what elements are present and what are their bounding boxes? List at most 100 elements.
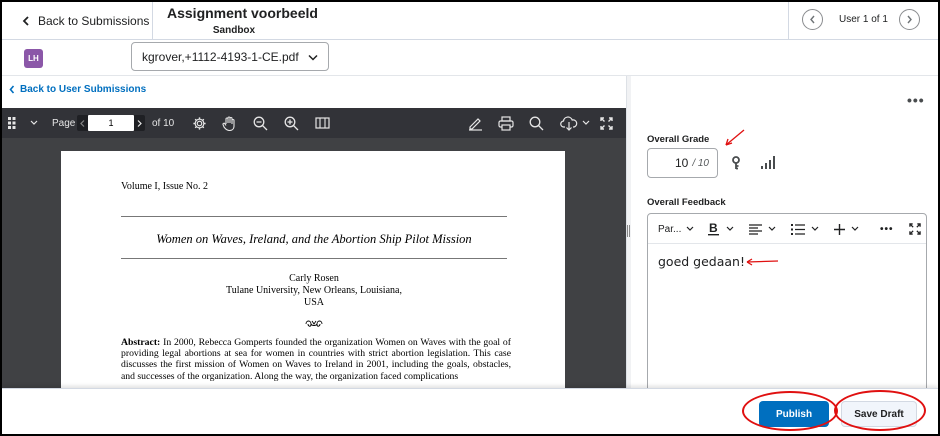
back-to-user-submissions-link[interactable]: Back to User Submissions xyxy=(9,84,146,95)
previous-user-button[interactable] xyxy=(802,9,823,30)
hand-icon xyxy=(222,115,235,131)
chevron-down-icon xyxy=(851,226,859,231)
page-title: Assignment voorbeeld xyxy=(167,5,318,21)
annotate-icon xyxy=(469,117,482,131)
download-button[interactable] xyxy=(560,114,578,132)
thumbnails-button[interactable] xyxy=(8,114,20,132)
header-bar: Back to Submissions Assignment voorbeeld… xyxy=(2,2,938,40)
splitter-grip-icon[interactable] xyxy=(627,225,630,237)
pdf-author-block: Carly Rosen Tulane University, New Orlea… xyxy=(121,273,507,309)
next-page-button[interactable] xyxy=(134,119,145,127)
app-window: Back to Submissions Assignment voorbeeld… xyxy=(2,2,938,434)
pdf-issue: Volume I, Issue No. 2 xyxy=(121,181,209,192)
page-total: of 10 xyxy=(152,117,175,129)
previous-page-button[interactable] xyxy=(77,119,88,127)
chevron-left-icon xyxy=(9,85,15,94)
pdf-page: Volume I, Issue No. 2 Women on Waves, Ir… xyxy=(61,151,565,390)
annotation-arrow-grade xyxy=(725,129,745,146)
annotate-button[interactable] xyxy=(468,114,483,132)
editor-more-button[interactable]: ••• xyxy=(880,222,894,236)
divider xyxy=(121,258,507,259)
search-icon xyxy=(529,116,544,130)
page-subtitle: Sandbox xyxy=(212,25,256,36)
chevron-left-icon xyxy=(80,119,85,127)
grade-out-of: / 10 xyxy=(692,157,709,169)
header-divider xyxy=(152,2,153,40)
download-icon xyxy=(560,115,578,131)
viewer-toolbar: Page 1 of 10 xyxy=(2,108,626,138)
chevron-down-icon xyxy=(768,226,776,231)
list-button[interactable] xyxy=(791,222,819,236)
thumbnails-icon xyxy=(8,117,16,129)
plus-icon xyxy=(834,223,845,235)
zoom-out-icon xyxy=(253,116,268,130)
pdf-viewer: Page 1 of 10 Volume I, Issue No. 2 Women… xyxy=(2,108,626,390)
download-menu-button[interactable] xyxy=(582,114,590,132)
fullscreen-button[interactable] xyxy=(600,114,613,132)
editor-fullscreen-button[interactable] xyxy=(909,222,921,236)
feedback-editor[interactable]: Par... B ••• goed gedaan! xyxy=(647,213,927,403)
grade-input[interactable]: 10 / 10 xyxy=(647,148,718,178)
pdf-title: Women on Waves, Ireland, and the Abortio… xyxy=(156,232,472,246)
format-dropdown[interactable]: Par... xyxy=(658,222,694,236)
chevron-down-icon xyxy=(686,226,694,231)
align-left-icon xyxy=(749,223,762,235)
two-page-view-button[interactable] xyxy=(315,114,330,132)
next-user-button[interactable] xyxy=(899,9,920,30)
svg-text:B: B xyxy=(709,222,718,235)
zoom-in-icon xyxy=(284,116,299,130)
save-draft-button[interactable]: Save Draft xyxy=(841,401,917,427)
overall-feedback-label: Overall Feedback xyxy=(647,197,726,208)
pan-tool-button[interactable] xyxy=(222,114,236,132)
print-button[interactable] xyxy=(498,114,514,132)
chevron-down-icon xyxy=(582,120,590,125)
search-button[interactable] xyxy=(529,114,544,132)
chevron-down-icon xyxy=(30,120,38,125)
insert-button[interactable] xyxy=(834,222,859,236)
assignment-title-block: Assignment voorbeeld Sandbox xyxy=(167,5,318,36)
publish-button[interactable]: Publish xyxy=(759,401,829,427)
back-to-user-submissions-label: Back to User Submissions xyxy=(20,84,147,95)
back-to-submissions-button[interactable]: Back to Submissions xyxy=(22,2,149,40)
divider xyxy=(2,75,938,76)
align-button[interactable] xyxy=(749,222,776,236)
settings-icon xyxy=(193,116,206,130)
ornament-icon xyxy=(305,320,323,327)
bold-icon: B xyxy=(708,222,719,236)
user-count: User 1 of 1 xyxy=(839,14,888,25)
chevron-down-icon xyxy=(811,226,819,231)
feedback-text[interactable]: goed gedaan! xyxy=(658,254,745,269)
file-select-value: kgrover,+1112-4193-1-CE.pdf xyxy=(142,49,299,64)
divider xyxy=(121,216,507,217)
key-icon[interactable] xyxy=(731,156,741,170)
pdf-author-affiliation: Tulane University, New Orleans, Louisian… xyxy=(226,285,402,296)
settings-button[interactable] xyxy=(192,114,207,132)
stats-icon[interactable] xyxy=(761,156,775,169)
print-icon xyxy=(498,115,514,131)
zoom-in-button[interactable] xyxy=(284,114,299,132)
format-dropdown-label: Par... xyxy=(658,223,682,235)
chevron-left-icon xyxy=(22,16,29,26)
two-page-icon xyxy=(315,117,330,129)
bold-button[interactable]: B xyxy=(708,222,734,236)
fullscreen-icon xyxy=(909,223,921,235)
chevron-down-icon xyxy=(726,226,734,231)
pdf-author-name: Carly Rosen xyxy=(289,273,339,284)
chevron-right-icon xyxy=(137,119,142,127)
chevron-down-icon xyxy=(308,54,318,61)
pdf-author-country: USA xyxy=(303,297,324,308)
more-options-button[interactable]: ••• xyxy=(907,92,925,108)
zoom-out-button[interactable] xyxy=(253,114,268,132)
footer-bar: Publish Save Draft xyxy=(2,388,938,434)
back-to-submissions-label: Back to Submissions xyxy=(38,14,150,28)
page-navigator: 1 xyxy=(77,115,145,131)
avatar: LH xyxy=(24,49,43,68)
pdf-abstract-text: In 2000, Rebecca Gomperts founded the or… xyxy=(121,337,511,382)
header-divider xyxy=(788,2,789,40)
page-number-input[interactable]: 1 xyxy=(88,115,134,131)
page-label: Page xyxy=(52,117,76,129)
editor-toolbar: Par... B ••• xyxy=(648,214,926,244)
thumbnails-menu-button[interactable] xyxy=(30,114,38,132)
file-select[interactable]: kgrover,+1112-4193-1-CE.pdf xyxy=(131,42,329,71)
fullscreen-icon xyxy=(600,116,613,130)
